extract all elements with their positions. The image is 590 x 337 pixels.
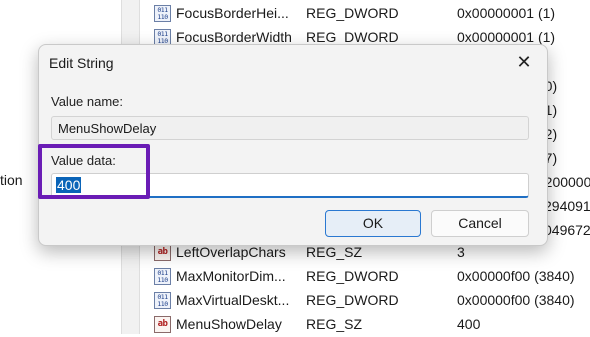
value-name-cell: FocusBorderHei... <box>176 5 289 21</box>
value-data-partial: 04967295 <box>544 222 590 238</box>
reg-dword-icon: 011 110 <box>154 292 171 309</box>
reg-string-icon: ab <box>154 244 171 261</box>
value-type-cell: REG_DWORD <box>306 292 399 308</box>
value-name-label: Value name: <box>51 94 124 109</box>
registry-value-row[interactable]: 011 110 MaxVirtualDeskt... REG_DWORD 0x00… <box>140 289 590 313</box>
value-type-cell: REG_SZ <box>306 244 363 260</box>
value-data-cell: 0x00000001 (1) <box>457 5 556 21</box>
reg-dword-icon: 011 110 <box>154 268 171 285</box>
value-data-cell: 0x00000001 (1) <box>457 29 556 45</box>
value-data-cell: 400 <box>457 316 481 332</box>
value-name-cell: MenuShowDelay <box>176 316 282 332</box>
value-data-cell: 0x00000f00 (3840) <box>457 292 575 308</box>
value-type-cell: REG_DWORD <box>306 268 399 284</box>
value-type-cell: REG_DWORD <box>306 29 399 45</box>
annotation-highlight-box <box>38 144 150 199</box>
registry-value-row[interactable]: 011 110 FocusBorderHei... REG_DWORD 0x000… <box>140 2 590 26</box>
dialog-title: Edit String <box>49 55 114 71</box>
tree-item-partial-label[interactable]: tion <box>0 172 23 188</box>
value-type-cell: REG_DWORD <box>306 5 399 21</box>
value-name-field: MenuShowDelay <box>51 116 529 140</box>
value-type-cell: REG_SZ <box>306 316 363 332</box>
registry-value-row[interactable]: 011 110 MaxMonitorDim... REG_DWORD 0x0000… <box>140 265 590 289</box>
value-data-partial: 294091 <box>544 198 590 214</box>
reg-string-icon: ab <box>154 316 171 333</box>
cancel-button[interactable]: Cancel <box>431 210 529 237</box>
value-name-cell: MaxVirtualDeskt... <box>176 292 290 308</box>
value-name-cell: MaxMonitorDim... <box>176 268 286 284</box>
value-data-cell: 3 <box>457 244 465 260</box>
registry-value-row[interactable]: ab MenuShowDelay REG_SZ 400 <box>140 313 590 337</box>
ok-button[interactable]: OK <box>325 210 421 237</box>
value-data-cell: 0x00000f00 (3840) <box>457 268 575 284</box>
value-name-cell: LeftOverlapChars <box>176 244 286 260</box>
close-icon[interactable]: ✕ <box>513 51 535 73</box>
reg-dword-icon: 011 110 <box>154 5 171 22</box>
value-name-cell: FocusBorderWidth <box>176 29 292 45</box>
